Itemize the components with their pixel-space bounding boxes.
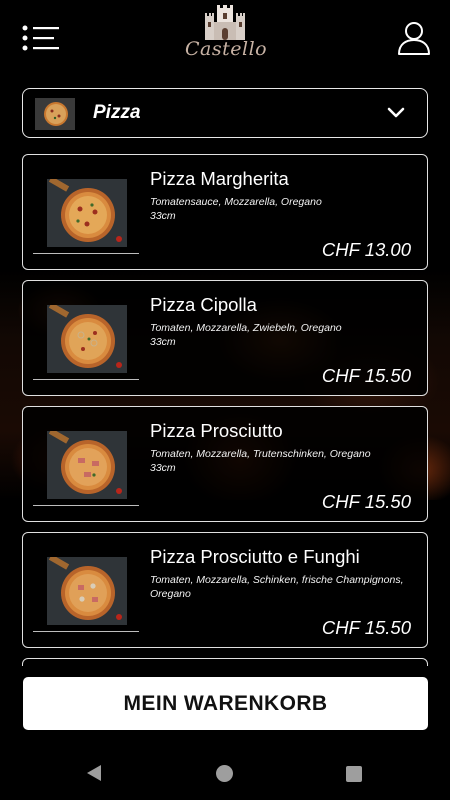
product-price: CHF 15.50 — [321, 365, 411, 386]
category-label: Pizza — [93, 102, 141, 123]
product-description: Tomaten, Mozzarella, Trutenschinken, Ore… — [150, 447, 418, 475]
back-triangle-icon[interactable] — [86, 764, 102, 782]
cart-button[interactable]: MEIN WARENKORB — [23, 677, 428, 730]
product-name: Pizza Cipolla — [150, 294, 257, 315]
pizza-image — [47, 557, 127, 625]
product-name: Pizza Prosciutto e Funghi — [150, 546, 360, 567]
recent-square-icon[interactable] — [346, 766, 362, 782]
product-ingredients: Tomaten, Mozzarella, Zwiebeln, Oregano — [150, 322, 342, 334]
castello-logo[interactable]: Castello — [185, 4, 268, 70]
pizza-image — [47, 431, 127, 499]
product-description: Tomatensauce, Mozzarella, Oregano 33cm — [150, 195, 418, 223]
system-navigation-bar — [0, 748, 450, 800]
product-card[interactable]: Pizza Cipolla Tomaten, Mozzarella, Zwieb… — [22, 280, 428, 396]
product-card[interactable]: Pizza Margherita Tomatensauce, Mozzarell… — [22, 154, 428, 270]
product-name: Pizza Margherita — [150, 168, 289, 189]
product-price: CHF 15.50 — [321, 491, 411, 512]
image-underline — [33, 379, 139, 380]
product-description: Tomaten, Mozzarella, Zwiebeln, Oregano 3… — [150, 321, 418, 349]
product-card-partial[interactable] — [22, 658, 428, 666]
logo-text: Castello — [185, 38, 268, 60]
castle-icon — [205, 5, 245, 40]
pizza-image — [47, 179, 127, 247]
image-underline — [33, 631, 139, 632]
category-dropdown[interactable]: Pizza — [22, 88, 428, 138]
image-underline — [33, 253, 139, 254]
product-size: 33cm — [150, 462, 176, 474]
product-size: 33cm — [150, 336, 176, 348]
pizza-image — [47, 305, 127, 373]
product-list[interactable]: Pizza Margherita Tomatensauce, Mozzarell… — [22, 154, 428, 666]
home-circle-icon[interactable] — [216, 765, 233, 782]
product-ingredients: Tomaten, Mozzarella, Trutenschinken, Ore… — [150, 448, 371, 460]
image-underline — [33, 505, 139, 506]
product-size: 33cm — [150, 210, 176, 222]
product-ingredients: Tomatensauce, Mozzarella, Oregano — [150, 196, 322, 208]
app-header: Castello — [0, 0, 450, 80]
chevron-down-icon — [387, 107, 405, 118]
pizza-thumbnail-icon — [35, 98, 75, 130]
product-description: Tomaten, Mozzarella, Schinken, frische C… — [150, 573, 418, 601]
product-ingredients: Tomaten, Mozzarella, Schinken, frische C… — [150, 574, 404, 600]
product-card[interactable]: Pizza Prosciutto Tomaten, Mozzarella, Tr… — [22, 406, 428, 522]
product-price: CHF 15.50 — [321, 617, 411, 638]
product-name: Pizza Prosciutto — [150, 420, 283, 441]
product-card[interactable]: Pizza Prosciutto e Funghi Tomaten, Mozza… — [22, 532, 428, 648]
product-price: CHF 13.00 — [321, 239, 411, 260]
user-icon[interactable] — [396, 20, 432, 56]
menu-list-icon[interactable] — [22, 24, 60, 52]
